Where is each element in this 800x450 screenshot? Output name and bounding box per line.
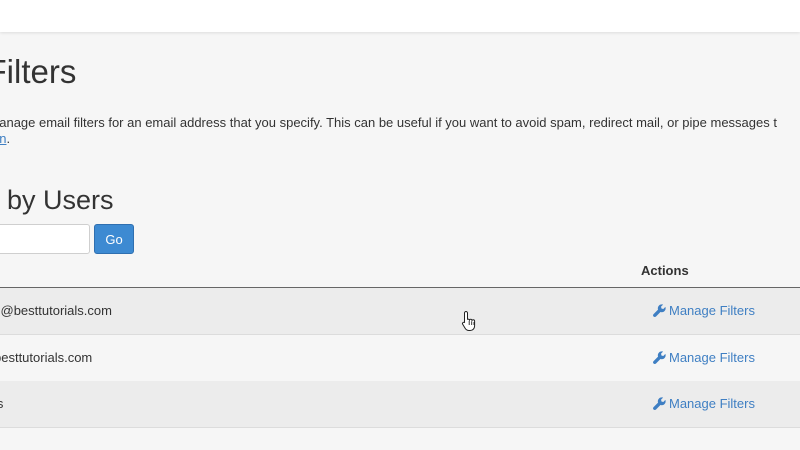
manage-filters-link[interactable]: Manage Filters — [653, 303, 755, 318]
wrench-icon — [653, 397, 666, 410]
table-row: ls Manage Filters — [0, 381, 800, 428]
manage-filters-link[interactable]: Manage Filters — [653, 396, 755, 411]
table-row: besttutorials.com Manage Filters — [0, 335, 800, 382]
manage-filters-link[interactable]: Manage Filters — [653, 350, 755, 365]
row-email: s@besttutorials.com — [0, 303, 112, 318]
manage-filters-label: Manage Filters — [669, 350, 755, 365]
actions-column-header: Actions — [641, 263, 689, 278]
table-row: s@besttutorials.com Manage Filters — [0, 288, 800, 335]
manage-filters-label: Manage Filters — [669, 303, 755, 318]
page-description: nanage email filters for an email addres… — [0, 115, 777, 147]
page-title: l Filters — [0, 53, 77, 90]
wrench-icon — [653, 304, 666, 317]
go-button[interactable]: Go — [94, 224, 134, 254]
hand-cursor-icon — [461, 310, 476, 331]
row-email: ls — [0, 396, 4, 411]
section-title: s by Users — [0, 185, 114, 215]
manage-filters-label: Manage Filters — [669, 396, 755, 411]
wrench-icon — [653, 351, 666, 364]
description-end: . — [6, 131, 11, 146]
row-email: besttutorials.com — [0, 350, 93, 365]
search-input[interactable] — [0, 224, 90, 254]
description-text: nanage email filters for an email addres… — [0, 115, 777, 130]
top-bar — [0, 0, 800, 32]
